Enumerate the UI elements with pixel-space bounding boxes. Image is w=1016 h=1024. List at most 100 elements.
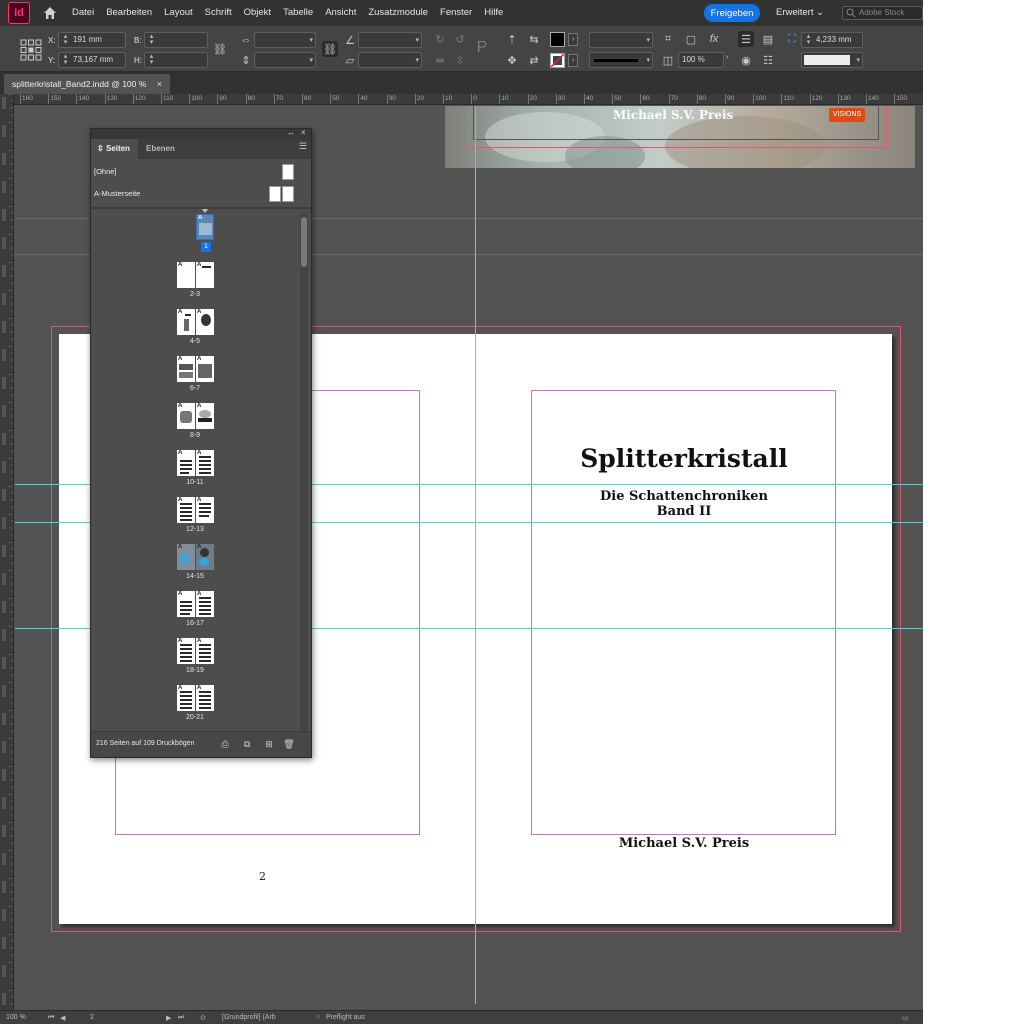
- reference-point-icon[interactable]: [20, 39, 42, 61]
- spread-thumbnail[interactable]: A A 10-11: [91, 447, 299, 494]
- page-thumbnail[interactable]: A: [196, 638, 214, 664]
- master-a-right-thumbnail[interactable]: [282, 186, 294, 202]
- menu-layout[interactable]: Layout: [158, 0, 199, 26]
- edit-page-size-icon[interactable]: ⎙: [219, 738, 231, 750]
- tab-layers[interactable]: Ebenen: [138, 139, 184, 159]
- spread-thumbnail[interactable]: A A 2-3: [91, 259, 299, 306]
- page-thumbnail[interactable]: A: [177, 356, 195, 382]
- opacity-dropdown-icon[interactable]: ›: [726, 54, 734, 66]
- page-thumbnail[interactable]: A: [177, 262, 195, 288]
- page-thumbnail[interactable]: A: [177, 497, 195, 523]
- spread-thumbnail[interactable]: A 1: [91, 209, 299, 258]
- master-a[interactable]: A-Musterseite: [91, 183, 311, 205]
- first-page-icon[interactable]: ⏮: [48, 1014, 54, 1022]
- stepper-icon[interactable]: ▴ ▾: [61, 53, 70, 66]
- collapse-panel-icon[interactable]: ↔: [287, 128, 295, 137]
- stroke-none-swatch[interactable]: [550, 53, 565, 68]
- spread-thumbnail[interactable]: A A 18-19: [91, 635, 299, 682]
- height-field[interactable]: ▴ ▾: [144, 52, 208, 68]
- tab-pages[interactable]: ⇳ Seiten: [91, 139, 138, 159]
- opacity-field[interactable]: 100 %: [678, 52, 724, 68]
- master-none-thumbnail[interactable]: [282, 164, 294, 180]
- link-scale-icon[interactable]: ⛓: [322, 41, 338, 57]
- auto-fit-icon[interactable]: ⛶: [784, 31, 800, 47]
- paragraph-icon[interactable]: P: [474, 39, 490, 56]
- stepper-icon[interactable]: ▴ ▾: [61, 33, 70, 46]
- rotate-ccw-icon[interactable]: ↺: [452, 31, 468, 47]
- adobe-stock-search[interactable]: Adobe Stock: [842, 6, 923, 20]
- next-page-icon[interactable]: ▶: [166, 1014, 171, 1022]
- spread-thumbnail[interactable]: A A 4-5: [91, 306, 299, 353]
- stepper-icon[interactable]: ▴ ▾: [147, 53, 156, 66]
- flip-vertical-icon[interactable]: ⇳: [452, 52, 468, 68]
- text-wrap-none-icon[interactable]: ☰: [738, 31, 754, 47]
- text-wrap-bounding-icon[interactable]: ▤: [760, 31, 776, 47]
- page-thumbnail[interactable]: A: [196, 685, 214, 711]
- menu-tabelle[interactable]: Tabelle: [277, 0, 319, 26]
- flip-horizontal-icon[interactable]: ⇹: [432, 52, 448, 68]
- page-thumbnail[interactable]: A: [196, 591, 214, 617]
- constrain-proportions-icon[interactable]: ⛓: [212, 41, 228, 57]
- page-selector[interactable]: 2: [90, 1014, 94, 1021]
- text-wrap-shape-icon[interactable]: ◉: [738, 52, 754, 68]
- stroke-weight-value-field[interactable]: ▴ ▾ 4,233 mm: [801, 32, 863, 48]
- spread-thumbnail[interactable]: A A 6-7: [91, 353, 299, 400]
- spread-thumbnail[interactable]: A A 20-21: [91, 682, 299, 729]
- scrollbar-thumb[interactable]: [301, 217, 307, 267]
- close-icon[interactable]: ×: [301, 128, 306, 137]
- preflight-profile[interactable]: [Grundprofil] (Arb: [222, 1014, 276, 1021]
- spread-options-icon[interactable]: ⧉: [241, 738, 253, 750]
- panel-title-bar[interactable]: ↔ ×: [91, 128, 311, 139]
- x-position-field[interactable]: ▴ ▾ 191 mm: [58, 32, 126, 48]
- new-page-icon[interactable]: ⊞: [263, 738, 275, 750]
- book-subtitle[interactable]: Die Schattenchroniken Band II: [476, 489, 892, 519]
- menu-schrift[interactable]: Schrift: [199, 0, 238, 26]
- page-thumbnail[interactable]: A: [196, 214, 214, 240]
- select-container-icon[interactable]: ⇡: [504, 31, 520, 47]
- effects-icon[interactable]: fx: [706, 31, 722, 47]
- stepper-icon[interactable]: ▴ ▾: [804, 33, 813, 46]
- scale-x-field[interactable]: ▾: [254, 32, 316, 48]
- scale-y-field[interactable]: ▾: [254, 52, 316, 68]
- menu-hilfe[interactable]: Hilfe: [478, 0, 509, 26]
- menu-zusatzmodule[interactable]: Zusatzmodule: [362, 0, 434, 26]
- spread-thumbnail[interactable]: A A 16-17: [91, 588, 299, 635]
- panel-scrollbar[interactable]: [300, 213, 308, 731]
- ruler-guide-vertical[interactable]: [475, 106, 476, 1004]
- page-thumbnail[interactable]: A: [177, 544, 195, 570]
- book-author[interactable]: Michael S.V. Preis: [476, 836, 892, 851]
- stepper-icon[interactable]: ▴ ▾: [147, 33, 156, 46]
- page-thumbnail[interactable]: A: [196, 544, 214, 570]
- object-style-field[interactable]: ▾: [801, 52, 863, 68]
- page-thumbnail[interactable]: A: [196, 497, 214, 523]
- page-thumbnails[interactable]: A 1 A A 2-3 A A 4-5 A A 6-7 A A 8-9 A A …: [91, 209, 299, 731]
- width-field[interactable]: ▴ ▾: [144, 32, 208, 48]
- stroke-type-field[interactable]: ▾: [589, 52, 653, 68]
- fill-dropdown-icon[interactable]: ›: [568, 33, 578, 46]
- page-thumbnail[interactable]: A: [177, 450, 195, 476]
- page-thumbnail[interactable]: A: [196, 309, 214, 335]
- menu-ansicht[interactable]: Ansicht: [319, 0, 362, 26]
- menu-datei[interactable]: Datei: [66, 0, 100, 26]
- previous-spread-cover[interactable]: Michael S.V. Preis VISIONS: [445, 106, 915, 168]
- close-icon[interactable]: ×: [157, 74, 162, 94]
- vertical-ruler[interactable]: [0, 94, 14, 1010]
- rotation-field[interactable]: ▾: [358, 32, 422, 48]
- menu-fenster[interactable]: Fenster: [434, 0, 478, 26]
- page-thumbnail[interactable]: A: [177, 403, 195, 429]
- stroke-dropdown-icon[interactable]: ›: [568, 54, 578, 67]
- menu-bearbeiten[interactable]: Bearbeiten: [100, 0, 158, 26]
- workspace-switcher[interactable]: Erweitert ⌄: [776, 0, 824, 26]
- rotate-cw-icon[interactable]: ↻: [432, 31, 448, 47]
- page-thumbnail[interactable]: A: [196, 262, 214, 288]
- select-next-icon[interactable]: ⇄: [526, 52, 542, 68]
- horizontal-ruler[interactable]: 160 150 140 130 120 110 100 90 80 70 60 50 40 30 20 10 0…: [14, 94, 923, 105]
- page-thumbnail[interactable]: A: [177, 685, 195, 711]
- panel-menu-icon[interactable]: ☰: [299, 141, 307, 152]
- home-icon[interactable]: [42, 5, 58, 21]
- delete-page-icon[interactable]: 🗑: [283, 738, 295, 750]
- drop-shadow-icon[interactable]: ◫: [660, 52, 676, 68]
- page-thumbnail[interactable]: A: [177, 591, 195, 617]
- preflight-state[interactable]: Preflight aus: [326, 1014, 365, 1021]
- page-thumbnail[interactable]: A: [177, 309, 195, 335]
